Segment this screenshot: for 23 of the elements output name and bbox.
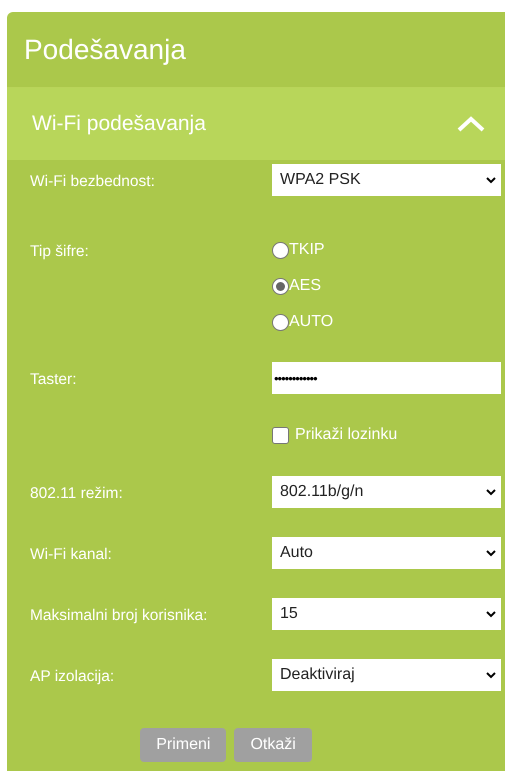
checkbox[interactable] xyxy=(272,426,289,444)
radio-label: AES xyxy=(289,276,322,296)
password-field[interactable]: •••••••••••• xyxy=(272,362,501,394)
radio-label: TKIP xyxy=(289,240,325,260)
dropdown[interactable]: 15 xyxy=(272,598,501,630)
dropdown[interactable]: Deaktiviraj xyxy=(272,659,501,691)
field-label: Wi-Fi kanal: xyxy=(30,545,113,565)
dropdown[interactable]: WPA2 PSK xyxy=(272,164,501,196)
field-label: Tip šifre: xyxy=(30,242,90,262)
field-label: AP izolacija: xyxy=(30,667,116,687)
checkbox-label: Prikaži lozinku xyxy=(295,425,398,445)
field-label: Wi-Fi bezbednost: xyxy=(30,172,156,192)
panel-title: Podešavanja xyxy=(24,32,186,67)
field-label: 802.11 režim: xyxy=(30,484,124,504)
field-label: Taster: xyxy=(30,370,78,390)
radio-button[interactable] xyxy=(272,278,289,294)
dropdown[interactable]: 802.11b/g/n xyxy=(272,476,501,508)
section-title: Wi-Fi podešavanja xyxy=(32,111,206,138)
field-label: Maksimalni broj korisnika: xyxy=(30,606,208,626)
dropdown[interactable]: Auto xyxy=(272,537,501,569)
radio-label: AUTO xyxy=(289,312,334,332)
radio-button[interactable] xyxy=(272,314,289,330)
radio-button[interactable] xyxy=(272,242,289,258)
